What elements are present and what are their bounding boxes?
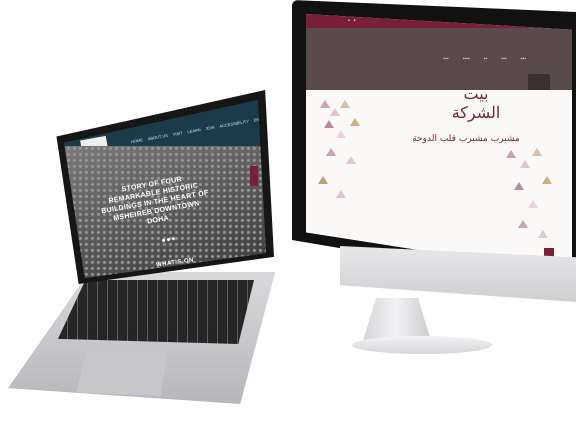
carousel-dot[interactable] [161,238,166,243]
imac-screen: • • ▪▪▪ ▪▪▪▪ ▪▪ ▪▪▪ ▪▪▪ بيت الشركة مشيرب… [306,14,572,274]
carousel-dot[interactable] [166,237,171,242]
imac-topbar-icon[interactable]: • [348,18,350,24]
laptop-keyboard [58,280,254,344]
imac-nav-item[interactable]: ▪▪▪ [501,56,506,62]
imac-nav-item[interactable]: ▪▪▪ [521,56,526,62]
imac-subtitle: مشيرب مشيرب قلب الدوحة [412,134,520,144]
imac-nav-item[interactable]: ▪▪ [484,56,488,62]
imac-nav-item[interactable]: ▪▪▪▪ [463,56,470,62]
imac-nav-item[interactable]: ▪▪▪ [443,56,448,62]
imac-base [352,336,492,354]
laptop-trackpad [76,350,168,396]
imac-topbar-icon[interactable]: • [354,18,356,24]
carousel-dot[interactable] [171,236,176,241]
laptop-side-tab[interactable] [250,166,258,186]
